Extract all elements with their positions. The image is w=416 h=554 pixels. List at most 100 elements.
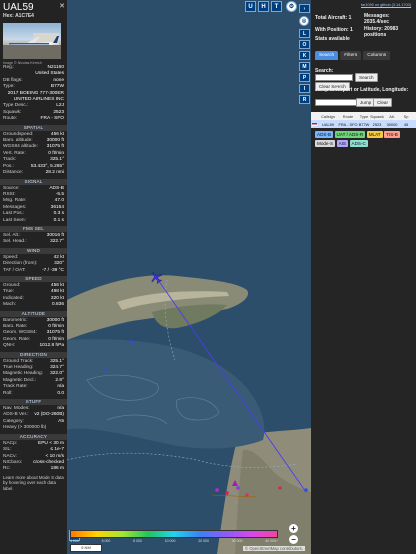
altitude-tick-label: 10 000 [164,539,176,543]
map-button-t[interactable]: T [271,1,282,12]
section-title-direction: DIRECTION [0,351,67,358]
stats-available[interactable]: Stats available [315,36,350,43]
aircraft-detail-panel: UAL59 Hex: A1C7E4 ✕ Image © Nicolas Kerr… [0,0,67,554]
map-button-r[interactable]: R [299,95,310,104]
zoom-out-button[interactable]: − [289,535,298,544]
scale-bar: 5 NM [70,544,102,552]
history-count: History: 20983 positions [364,26,399,38]
map-side-buttons: › ◎ L O K M P I R [299,4,311,106]
map-button-m[interactable]: M [299,62,310,71]
detail-row: Last Seen: 0.1 s [0,218,67,224]
detail-row: Sel. Head.: 322.7° [0,239,67,245]
table-cell: 2523 [372,121,382,127]
detail-value: A5 [58,418,64,424]
search-input[interactable] [315,74,353,81]
column-header[interactable]: Type [358,114,370,119]
chevron-right-icon[interactable]: › [299,4,310,13]
info-row: Route: FRA - SFO [0,116,67,122]
source-tag[interactable]: Mode-S [315,139,336,147]
detail-row: Heavy (> 300000 lb) [0,425,67,431]
map-button-o[interactable]: O [299,40,310,49]
altitude-legend-ticks: 4 000 6 000 8 000 10 000 20 000 30 000 40 000+ [70,539,278,543]
source-tag[interactable]: ADS-B [315,131,334,138]
detail-row: Mach: 0.836 [0,302,67,308]
map-button-k[interactable]: K [299,51,310,60]
map-button-i[interactable]: I [299,84,310,93]
altitude-tick-label: 20 000 [198,539,209,543]
column-header[interactable]: Route [338,114,358,119]
table-header: Callsign Route Type Squawk Alt. Sp [311,112,416,120]
detail-row: Roll: 0.0 [0,391,67,397]
detail-label: Last Seen: [3,217,26,223]
detail-value: -7 / -39 °C [42,267,64,273]
info-block: Reg.: N21160 United States DB flags: none Typ… [0,65,67,123]
detail-label: Mach: [3,302,17,308]
source-tag[interactable]: AIS [336,139,348,147]
altitude-legend-bar [70,530,278,538]
clear-button[interactable]: Clear [373,98,392,107]
us-flag-icon [312,122,317,127]
total-aircraft: Total Aircraft: 1 [315,15,352,21]
detail-value: 322.7° [50,239,64,245]
altitude-tick-label: 4 000 [70,539,79,543]
detail-label: Roll: [3,390,13,396]
section-title-signal: SIGNAL [0,178,67,185]
tab-columns[interactable]: Columns [363,51,391,60]
column-header[interactable]: Sp [400,114,412,119]
map-attribution[interactable]: © OpenStreetMap contributors. [243,546,306,551]
map-canvas[interactable] [67,0,311,554]
zoom-in-button[interactable]: + [289,524,298,533]
aircraft-photo[interactable] [3,23,61,59]
altitude-tick-label: 6 000 [101,539,111,543]
info-label: Reg.: [3,65,15,70]
table-cell: B77W [358,121,370,127]
section-title-altitude: ALTITUDE [0,310,67,317]
section-title-stuff: STUFF [0,399,67,406]
with-position: With Position: 1 [315,27,353,33]
map-button-u[interactable]: U [245,1,256,12]
column-header[interactable]: Squawk [370,114,384,119]
source-tag[interactable]: MLAT [366,131,383,138]
aircraft-header: UAL59 Hex: A1C7E4 ✕ [0,0,67,21]
detail-label: Distance: [3,170,23,176]
column-header[interactable]: Alt. [384,114,400,119]
close-icon[interactable]: ✕ [59,2,65,10]
jump-label: Jump to Airport or Latitude, Longitude: [315,87,409,93]
detail-value: 0.836 [51,302,64,308]
detail-label: TAT / OAT: [3,267,26,273]
hex-line: Hex: A1C7E4 [3,13,64,19]
source-tag[interactable]: UAT / ADS-R [334,131,366,138]
info-label: Route: [3,116,18,122]
altitude-tick-label: 30 000 [231,539,243,543]
detail-value: 0.1 s [53,217,64,223]
right-panel: tar1090 on github (3.14.1700) Total Airc… [311,0,416,554]
github-link[interactable]: tar1090 on github (3.14.1700) [361,3,411,7]
layers-icon[interactable]: ◎ [299,16,309,26]
detail-label: Heavy (> 300000 lb) [3,425,47,431]
detail-label: Rc: [3,466,11,472]
altitude-tick-label: 40 000+ [265,539,278,543]
hex-value: A1C7E4 [15,13,34,19]
map-button-l[interactable]: L [299,29,310,38]
settings-gear-icon[interactable]: ⚙ [286,1,297,12]
info-value: FRA - SFO [40,116,64,122]
search-button[interactable]: Search [355,73,378,82]
detail-row: QNH: 1012.8 hPa [0,343,67,349]
source-tag[interactable]: TIS-B [384,131,400,138]
column-header[interactable]: Callsign [318,114,338,119]
source-tag[interactable]: ADS-C [349,139,368,147]
flag-cell [311,122,318,127]
table-row[interactable]: UAL59 FRA - SFO B77W 2523 30000 45 [311,120,416,128]
map-button-p[interactable]: P [299,73,310,82]
map[interactable]: U H T ⚙ › ◎ L O K M P I R + − ‹ [67,0,311,554]
tab-filters[interactable]: Filters [340,51,362,60]
map-button-h[interactable]: H [258,1,269,12]
table-cell: 30000 [386,121,398,127]
table-cell: 45 [403,121,409,127]
detail-value: 28.2 nmi [45,170,64,176]
section-title-accuracy: ACCURACY [0,433,67,440]
table-cell: FRA - SFO [338,121,358,127]
callsign-title: UAL59 [3,2,34,13]
tab-search[interactable]: Search [315,51,339,60]
section-title-wind: WIND [0,247,67,254]
